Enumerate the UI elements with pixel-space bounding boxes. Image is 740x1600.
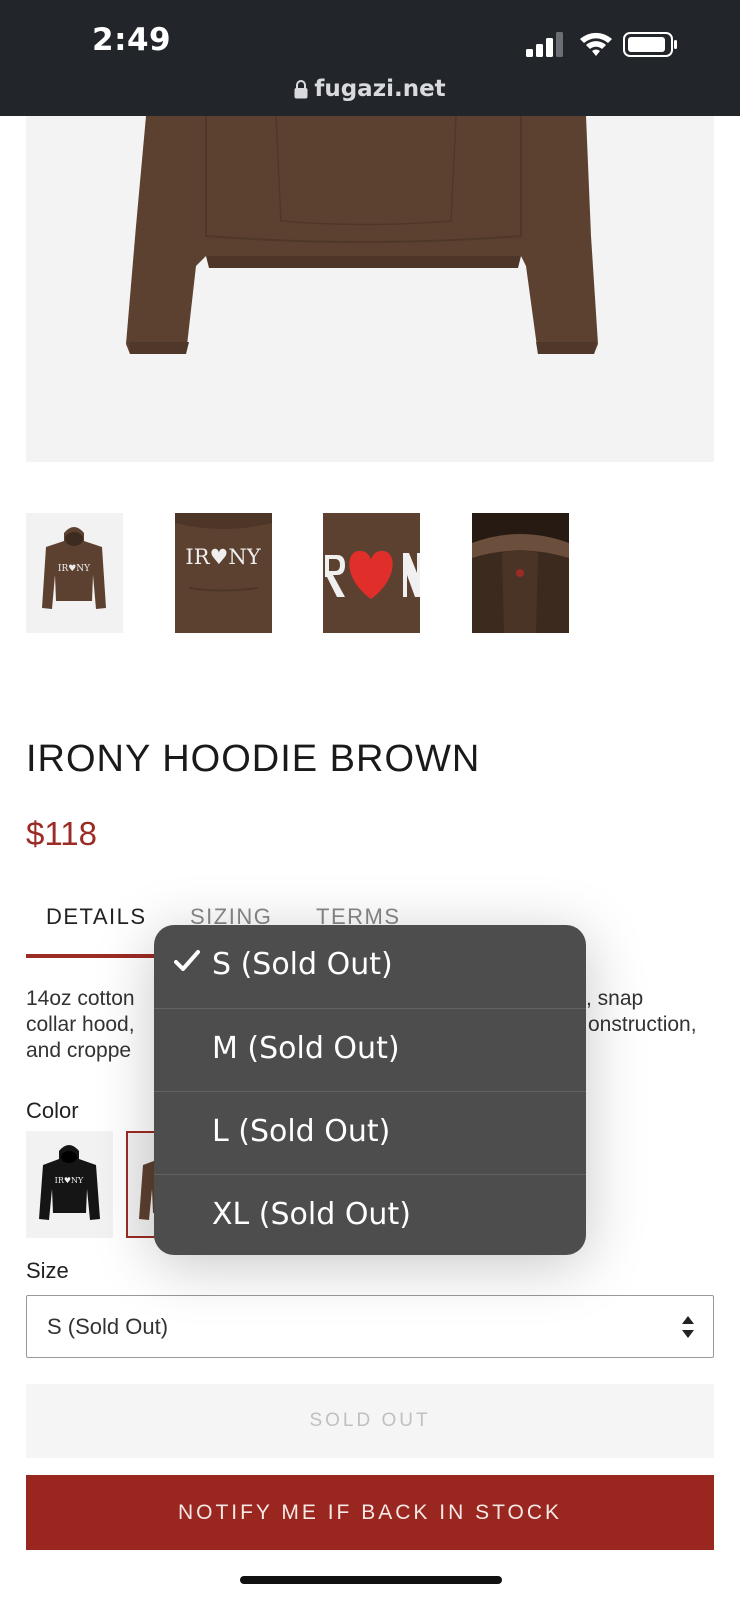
size-label: Size: [26, 1258, 69, 1283]
home-indicator: [240, 1576, 502, 1584]
url-text: fugazi.net: [314, 76, 446, 102]
sold-out-button[interactable]: SOLD OUT: [26, 1384, 714, 1458]
status-icons: [524, 30, 684, 60]
size-option-l[interactable]: L (Sold Out): [154, 1092, 586, 1175]
battery-icon: [623, 32, 677, 57]
size-option-label: XL (Sold Out): [212, 1197, 411, 1232]
status-bar: 2:49 fugazi.net: [0, 0, 740, 116]
select-arrows-icon: [682, 1316, 694, 1338]
color-swatch-black[interactable]: IR♥NY: [26, 1131, 113, 1238]
product-title: IRONY HOODIE BROWN: [26, 738, 481, 780]
lock-icon: [294, 80, 308, 99]
color-label: Color: [26, 1098, 79, 1123]
description-line: , snap: [586, 987, 644, 1010]
swatch-text: IR♥NY: [55, 1176, 84, 1185]
description-line: 14oz cotton: [26, 987, 135, 1010]
size-select[interactable]: S (Sold Out): [26, 1295, 714, 1358]
size-option-label: S (Sold Out): [212, 947, 393, 982]
size-select-value: S (Sold Out): [47, 1314, 169, 1339]
tab-details[interactable]: DETAILS: [46, 904, 147, 930]
thumbnail-closeup[interactable]: [323, 513, 420, 633]
active-tab-indicator: [26, 954, 160, 958]
size-option-label: M (Sold Out): [212, 1031, 400, 1066]
thumbnail-chest[interactable]: IR♥NY: [175, 513, 272, 633]
size-picker-menu: S (Sold Out) M (Sold Out) L (Sold Out) X…: [154, 925, 586, 1255]
thumbnail-text: IR♥NY: [185, 545, 261, 569]
size-option-label: L (Sold Out): [212, 1114, 391, 1149]
wifi-icon: [580, 32, 612, 56]
checkmark-icon: [174, 950, 200, 971]
thumbnail-text: IR♥NY: [58, 564, 91, 574]
product-price: $118: [26, 815, 97, 852]
thumbnail-hood-detail[interactable]: [472, 513, 569, 633]
description-line: and croppe: [26, 1039, 132, 1062]
description-line: onstruction,: [588, 1013, 697, 1036]
description-line: collar hood,: [26, 1013, 135, 1036]
size-option-m[interactable]: M (Sold Out): [154, 1009, 586, 1092]
size-option-xl[interactable]: XL (Sold Out): [154, 1175, 586, 1255]
signal-icon: [526, 32, 563, 57]
notify-me-button[interactable]: NOTIFY ME IF BACK IN STOCK: [26, 1475, 714, 1550]
address-bar[interactable]: fugazi.net: [0, 76, 740, 102]
product-main-image[interactable]: [26, 116, 714, 462]
clock: 2:49: [92, 22, 172, 58]
thumbnail-front[interactable]: IR♥NY: [26, 513, 123, 633]
size-option-s[interactable]: S (Sold Out): [154, 925, 586, 1008]
